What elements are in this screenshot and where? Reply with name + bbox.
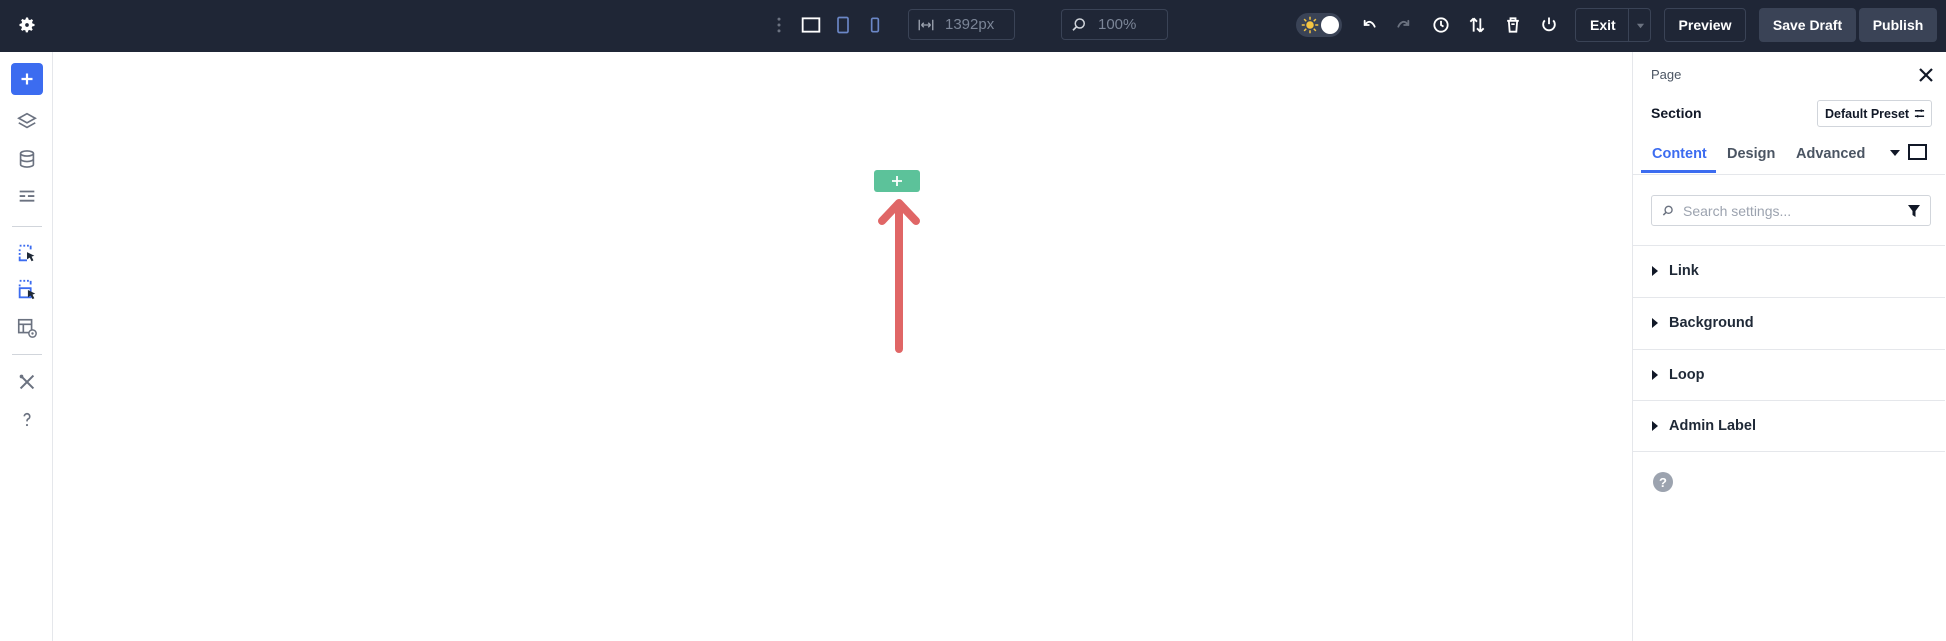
caret-right-icon [1652,266,1658,276]
toggle-knob [1321,16,1339,34]
canvas-width-value: 1392px [945,16,995,33]
save-draft-button[interactable]: Save Draft [1759,8,1856,42]
tab-content[interactable]: Content [1652,146,1707,162]
preset-selector[interactable]: Default Preset [1817,100,1932,127]
panel-title: Section [1651,105,1702,121]
desktop-view-icon[interactable] [798,12,824,38]
close-icon[interactable] [1917,66,1935,84]
save-draft-label: Save Draft [1772,17,1843,33]
caret-right-icon [1652,421,1658,431]
tab-design[interactable]: Design [1727,146,1775,162]
preset-options-icon [1914,109,1925,118]
sidebar-divider [12,226,42,227]
plus-icon [892,176,902,186]
preview-button[interactable]: Preview [1664,8,1746,42]
tools-icon[interactable] [12,367,42,397]
plus-icon [21,73,33,85]
database-icon[interactable] [12,144,42,174]
settings-panel: Page Section Default Preset Content Desi… [1632,52,1946,641]
pointer-arrow-annotation [878,199,920,353]
search-settings-input[interactable] [1681,201,1905,220]
trash-icon[interactable] [1500,12,1526,38]
accordion-label: Admin Label [1669,418,1757,434]
canvas-width-field[interactable]: 1392px [908,9,1015,40]
settings-gear-icon[interactable] [14,12,40,38]
exit-dropdown-caret-icon[interactable] [1628,9,1652,41]
exit-label: Exit [1590,17,1616,33]
multi-select-icon[interactable] [12,275,42,305]
help-glyph: ? [1659,474,1667,490]
responsive-square-icon[interactable] [1908,144,1927,160]
zoom-value: 100% [1098,16,1137,33]
caret-right-icon [1652,370,1658,380]
portability-arrows-icon[interactable] [1464,12,1490,38]
left-sidebar [0,52,53,641]
page-settings-icon[interactable] [12,182,42,212]
preset-label: Default Preset [1825,106,1910,121]
sidebar-divider [12,354,42,355]
builder-canvas[interactable] [54,52,1631,641]
tab-advanced[interactable]: Advanced [1796,146,1865,162]
help-icon[interactable]: ? [1653,472,1673,492]
accordion-link[interactable]: Link [1633,246,1945,297]
phone-view-icon[interactable] [862,12,888,38]
undo-icon[interactable] [1355,12,1381,38]
theme-toggle[interactable] [1296,13,1342,37]
more-vertical-icon[interactable] [766,12,792,38]
preview-label: Preview [1678,17,1732,33]
power-icon[interactable] [1536,12,1562,38]
tabs-dropdown-caret-icon[interactable] [1889,147,1901,159]
active-tab-indicator [1641,170,1716,173]
search-settings-field[interactable] [1651,195,1931,226]
layers-icon[interactable] [12,106,42,136]
zoom-search-icon [1072,17,1085,31]
accordion-label: Background [1669,315,1754,331]
accordion-background[interactable]: Background [1633,298,1945,349]
publish-button[interactable]: Publish [1859,8,1937,42]
sun-icon [1301,16,1319,34]
accordion-admin-label[interactable]: Admin Label [1633,401,1945,452]
history-clock-icon[interactable] [1428,12,1454,38]
zoom-field[interactable]: 100% [1061,9,1168,40]
accordion-label: Loop [1669,367,1705,383]
help-question-icon[interactable] [12,405,42,435]
divider [1633,451,1945,452]
breadcrumb[interactable]: Page [1651,67,1681,82]
add-element-button[interactable] [11,63,43,95]
accordion-loop[interactable]: Loop [1633,350,1945,401]
filter-icon[interactable] [1908,205,1920,217]
width-arrows-icon [918,19,934,30]
redo-icon[interactable] [1392,12,1418,38]
template-preview-icon[interactable] [12,313,42,343]
add-section-button[interactable] [874,170,920,192]
caret-right-icon [1652,318,1658,328]
tablet-view-icon[interactable] [830,12,856,38]
accordion-label: Link [1669,263,1699,279]
click-select-icon[interactable] [12,238,42,268]
search-icon [1662,205,1673,216]
publish-label: Publish [1872,17,1924,33]
panel-tabs: Content Design Advanced [1633,137,1945,175]
top-toolbar: 1392px 100% Exit Preview Save Draft Publ… [0,0,1946,52]
